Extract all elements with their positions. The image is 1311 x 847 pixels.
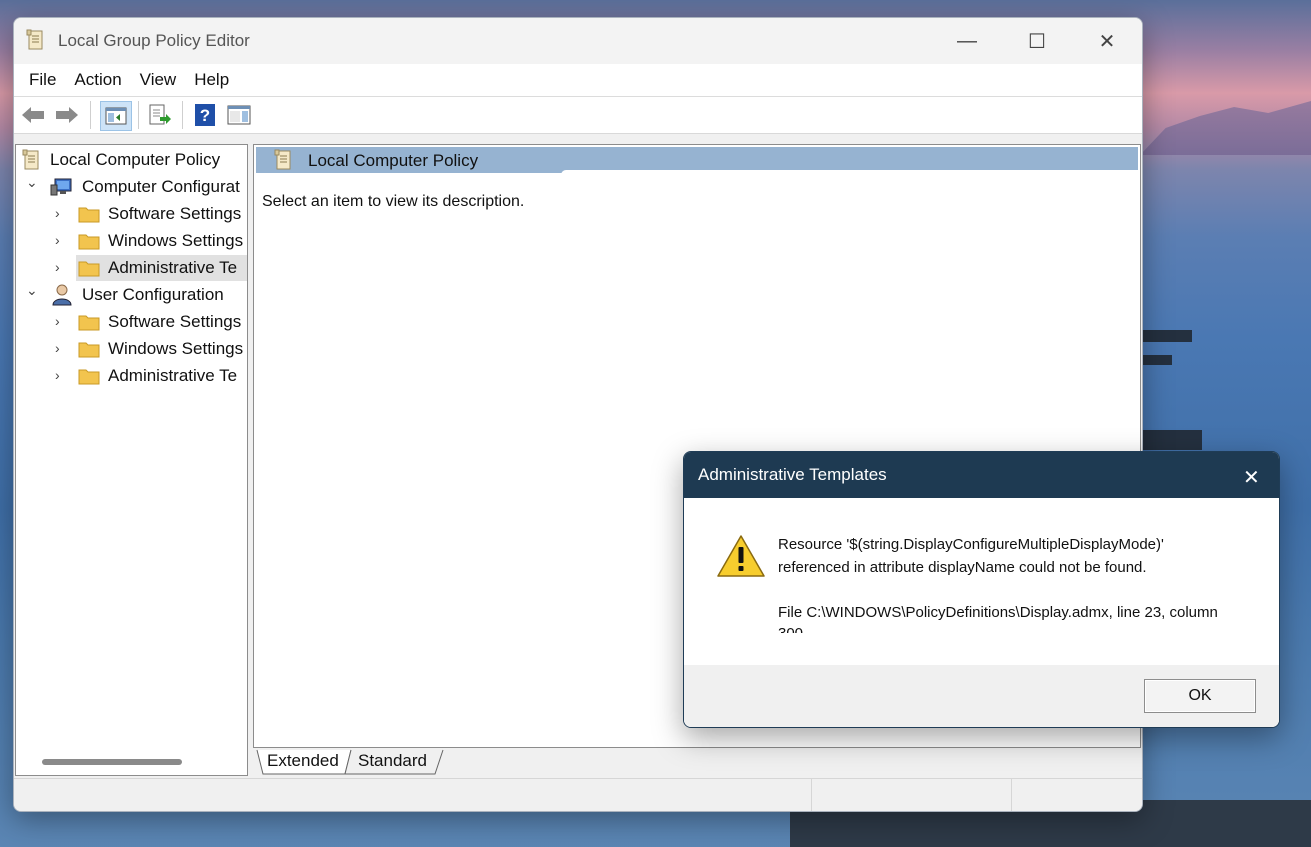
policy-scroll-icon [26, 29, 43, 50]
help-button[interactable]: ? [192, 103, 218, 127]
tree-item-administrative-templates[interactable]: › Administrative Te [22, 363, 247, 389]
menu-action[interactable]: Action [65, 70, 130, 90]
tree-item-software-settings[interactable]: › Software Settings [22, 309, 247, 335]
dialog-footer: OK [684, 665, 1279, 727]
chevron-right-icon[interactable]: › [55, 232, 60, 248]
dialog-title-bar: Administrative Templates ✕ [684, 452, 1279, 498]
tab-standard[interactable]: Standard [358, 748, 427, 774]
close-button[interactable]: ✕ [1072, 18, 1142, 64]
folder-icon [78, 234, 100, 250]
horizontal-scrollbar[interactable] [42, 759, 182, 765]
details-header-title: Local Computer Policy [308, 151, 479, 170]
user-icon [52, 284, 72, 306]
chevron-right-icon[interactable]: › [55, 313, 60, 329]
menu-help[interactable]: Help [185, 70, 238, 90]
toolbar: ? [14, 97, 1142, 134]
wallpaper-mountain [1140, 101, 1311, 155]
forward-button[interactable] [54, 103, 80, 127]
menu-file[interactable]: File [20, 70, 65, 90]
tree-item-label: Administrative Te [108, 258, 238, 277]
wallpaper-pier [1142, 430, 1202, 450]
wallpaper-pier [1142, 330, 1192, 342]
forward-icon [56, 107, 78, 123]
tree-item-label: Windows Settings [108, 231, 244, 250]
help-icon: ? [195, 104, 215, 126]
tree-item-user-configuration[interactable]: ⌄ User Configuration [22, 282, 247, 308]
chevron-right-icon[interactable]: › [55, 367, 60, 383]
dialog-message-line: 300 [778, 626, 803, 633]
tree-item-label: Windows Settings [108, 339, 244, 358]
dialog-close-button[interactable]: ✕ [1229, 452, 1279, 498]
dialog-title: Administrative Templates [698, 465, 887, 484]
maximize-button[interactable]: ☐ [1002, 18, 1072, 64]
tree-item-label: User Configuration [82, 285, 224, 304]
computer-icon [50, 178, 72, 196]
chevron-right-icon[interactable]: › [55, 259, 60, 275]
show-action-pane-button[interactable] [226, 103, 252, 127]
dialog-message-line: Resource '$(string.DisplayConfigureMulti… [778, 536, 1164, 553]
show-action-pane-icon [227, 105, 251, 125]
policy-scroll-icon [22, 149, 39, 170]
tree-item-label: Computer Configurat [82, 177, 240, 196]
toolbar-separator [90, 101, 91, 129]
folder-icon [78, 315, 100, 331]
error-dialog: Administrative Templates ✕ Resource '$(s… [683, 451, 1280, 728]
folder-icon [78, 261, 100, 277]
tree-root-label: Local Computer Policy [50, 150, 221, 169]
minimize-button[interactable]: — [932, 18, 1002, 64]
tree-item-windows-settings[interactable]: › Windows Settings [22, 228, 247, 254]
details-header: Local Computer Policy [256, 147, 1140, 175]
chevron-right-icon[interactable]: › [55, 340, 60, 356]
chevron-right-icon[interactable]: › [55, 205, 60, 221]
dialog-body: Resource '$(string.DisplayConfigureMulti… [684, 498, 1279, 665]
folder-icon [78, 369, 100, 385]
status-bar [14, 778, 1142, 811]
folder-icon [78, 207, 100, 223]
ok-button[interactable]: OK [1144, 679, 1256, 713]
tree-root[interactable]: Local Computer Policy [22, 147, 220, 173]
dialog-message-line: File C:\WINDOWS\PolicyDefinitions\Displa… [778, 604, 1218, 621]
tree-item-administrative-templates[interactable]: › Administrative Te [22, 255, 247, 281]
tree-item-label: Software Settings [108, 312, 242, 331]
tree-item-computer-configuration[interactable]: ⌄ Computer Configurat [22, 174, 247, 200]
console-tree[interactable]: Local Computer Policy ⌄ Computer Configu… [15, 144, 248, 776]
toolbar-separator [138, 101, 139, 129]
wallpaper-pier [1142, 355, 1172, 365]
status-divider [1011, 779, 1012, 811]
dialog-message-clipped: 300 [778, 626, 803, 633]
tree-item-windows-settings[interactable]: › Windows Settings [22, 336, 247, 362]
menu-view[interactable]: View [131, 70, 186, 90]
warning-icon [717, 535, 765, 577]
export-list-button[interactable] [147, 103, 173, 127]
tab-extended[interactable]: Extended [267, 748, 339, 774]
folder-icon [78, 342, 100, 358]
tree-item-label: Software Settings [108, 204, 242, 223]
chevron-down-icon[interactable]: ⌄ [26, 174, 38, 191]
toolbar-separator [182, 101, 183, 129]
title-bar: Local Group Policy Editor — ☐ ✕ [14, 18, 1142, 64]
header-notch [561, 170, 1140, 175]
show-hide-console-tree-icon [105, 107, 127, 125]
dialog-message-line: referenced in attribute displayName coul… [778, 559, 1147, 576]
back-icon [22, 107, 44, 123]
description-text: Select an item to view its description. [262, 193, 525, 210]
back-button[interactable] [20, 103, 46, 127]
svg-text:?: ? [200, 106, 210, 125]
menu-bar: File Action View Help [14, 64, 1142, 97]
tree-item-software-settings[interactable]: › Software Settings [22, 201, 247, 227]
chevron-down-icon[interactable]: ⌄ [26, 282, 38, 299]
policy-scroll-icon [274, 149, 291, 170]
status-divider [811, 779, 812, 811]
export-list-icon [149, 104, 171, 125]
window-title: Local Group Policy Editor [58, 31, 250, 50]
show-hide-console-tree-button[interactable] [100, 101, 132, 131]
tree-item-label: Administrative Te [108, 366, 238, 385]
close-icon: ✕ [1243, 467, 1260, 489]
